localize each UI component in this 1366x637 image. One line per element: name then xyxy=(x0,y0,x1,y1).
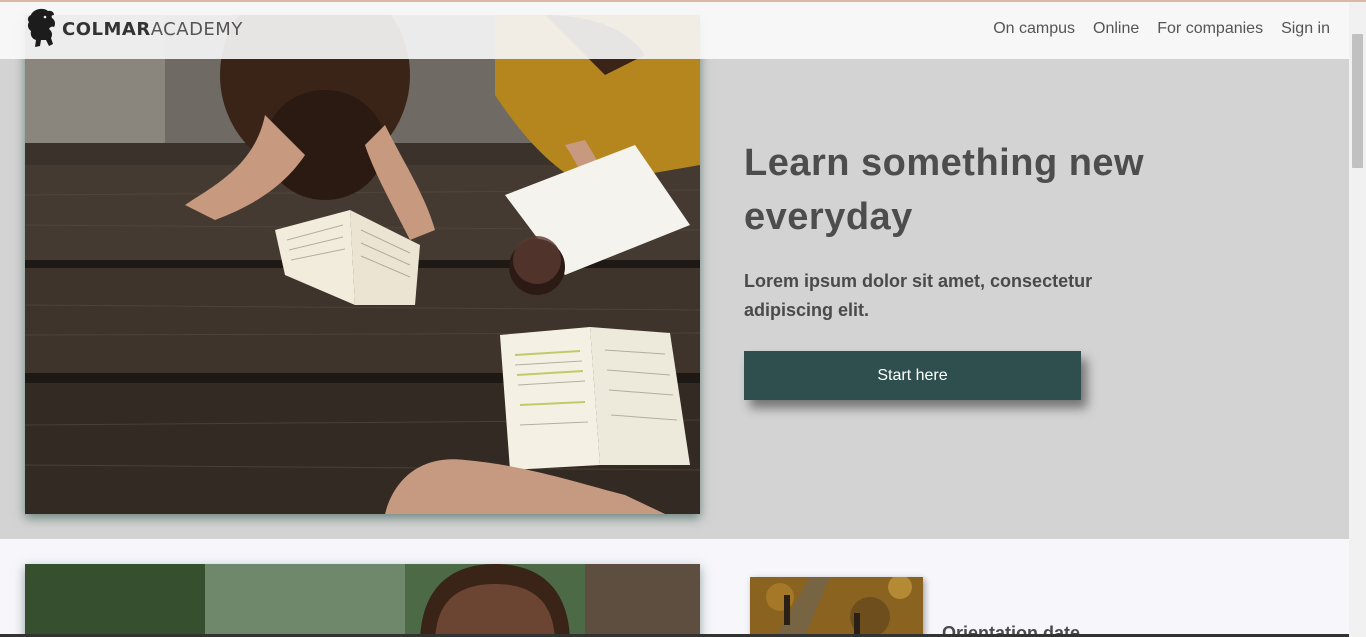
logo[interactable]: COLMARACADEMY xyxy=(25,8,243,48)
logo-text-light: ACADEMY xyxy=(150,19,243,40)
student-portrait-image xyxy=(25,564,700,637)
nav-on-campus[interactable]: On campus xyxy=(993,20,1075,38)
lion-icon xyxy=(27,8,56,47)
students-reading-photo xyxy=(25,15,700,514)
hero-title: Learn something new everyday xyxy=(744,142,1145,238)
logo-text-bold: COLMAR xyxy=(62,19,151,40)
autumn-path-image xyxy=(750,577,923,637)
scrollbar-thumb[interactable] xyxy=(1352,34,1363,168)
start-here-button[interactable]: Start here xyxy=(744,351,1081,400)
nav-sign-in[interactable]: Sign in xyxy=(1281,20,1330,38)
main-nav: On campus Online For companies Sign in xyxy=(975,20,1330,38)
scrollbar[interactable] xyxy=(1349,0,1366,637)
hero-photo xyxy=(25,15,700,514)
student-portrait-photo xyxy=(25,564,700,637)
nav-online[interactable]: Online xyxy=(1093,20,1139,38)
site-header: COLMARACADEMY On campus Online For compa… xyxy=(0,0,1349,59)
logo-text: COLMARACADEMY xyxy=(62,19,243,40)
hero-copy: Learn something new everyday Lorem ipsum… xyxy=(744,136,1164,325)
nav-for-companies[interactable]: For companies xyxy=(1157,20,1263,38)
top-accent-line xyxy=(0,0,1366,2)
autumn-path-thumbnail[interactable] xyxy=(750,577,923,637)
hero-subtitle: Lorem ipsum dolor sit amet, consectetur … xyxy=(744,271,1093,320)
